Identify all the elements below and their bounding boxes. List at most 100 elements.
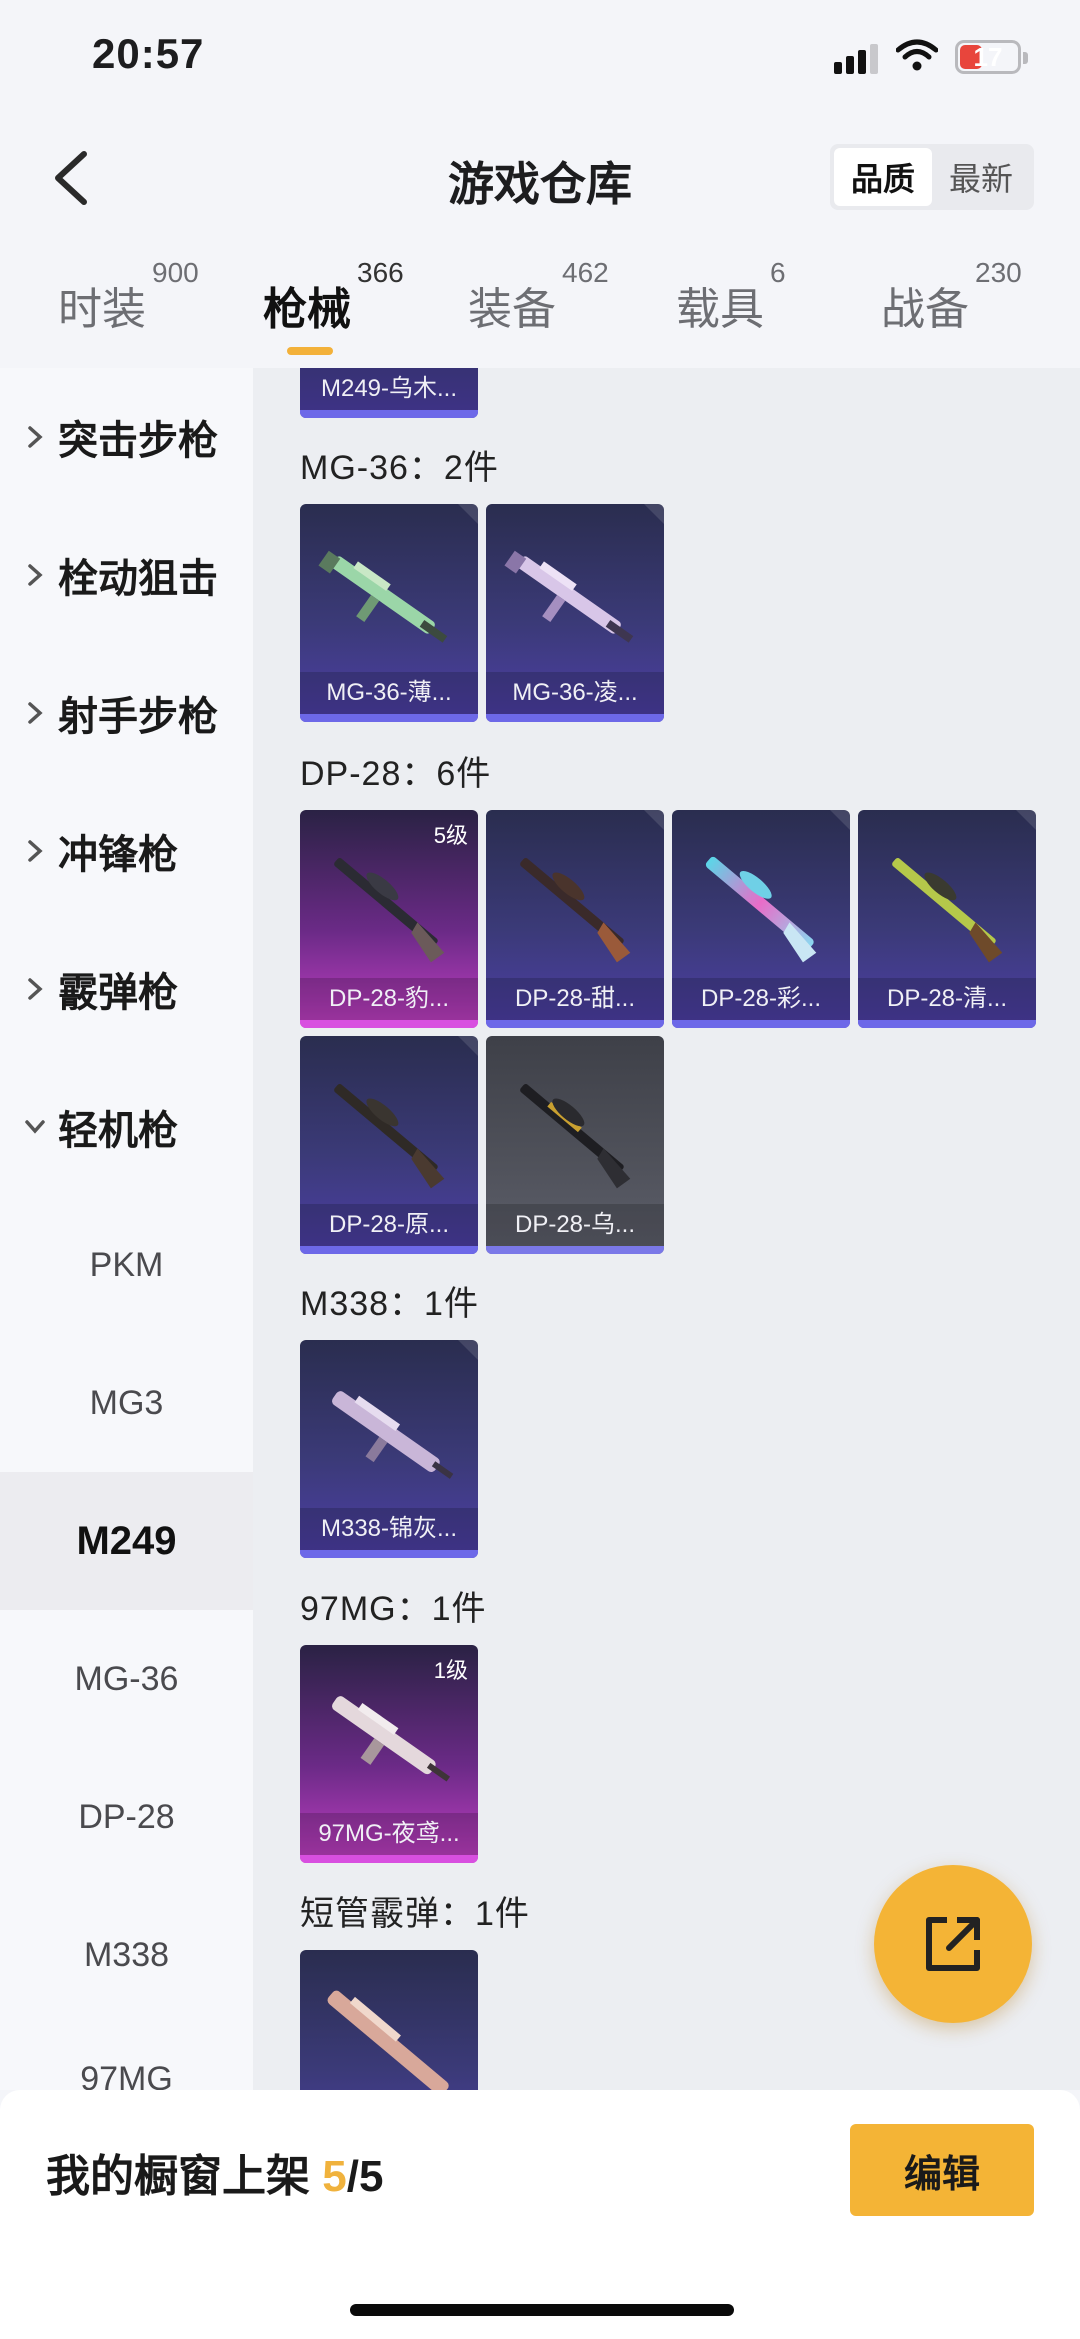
rifle-icon [332,1696,451,1782]
sidebar-subitem-mg3[interactable]: MG3 [0,1334,253,1472]
weapon-card[interactable]: MG-36-凌... [486,504,664,722]
sidebar-item-bolt-sniper[interactable]: 栓动狙击 [0,506,253,644]
tab-count: 366 [357,257,404,288]
sidebar-subitem-97mg[interactable]: 97MG [0,2024,253,2090]
weapon-card-label: MG-36-凌... [486,672,664,714]
edit-button[interactable]: 编辑 [850,2124,1034,2216]
sidebar-item-label: 射手步枪 [58,695,218,739]
rifle-icon [892,858,1003,963]
wifi-icon [896,39,938,71]
tab-label: 装备 [468,285,556,334]
sidebar-subitem-m338[interactable]: M338 [0,1886,253,2024]
weapon-card-label: DP-28-原... [300,1204,478,1246]
rifle-icon [705,856,817,963]
weapon-card-label: M338-锦灰... [300,1508,478,1550]
weapon-card[interactable]: M249-乌木... [300,368,478,418]
group-title: 短管霰弹：1件 [300,1895,530,1933]
tab-label: 战备 [881,285,969,334]
chevron-right-icon [28,426,43,448]
tab-label: 载具 [676,285,764,334]
share-button[interactable] [874,1865,1032,2023]
weapon-card-label: DP-28-乌... [486,1204,664,1246]
group-title: MG-36：2件 [300,449,499,487]
rifle-icon [520,1084,631,1189]
sort-newest-button[interactable]: 最新 [932,148,1030,206]
tab-label: 枪械 [263,285,351,334]
tab-combat-supplies[interactable]: 战备230 [881,257,1022,337]
sidebar-subitem-m249[interactable]: M249 [0,1472,253,1610]
weapon-card[interactable]: DP-28-清... [858,810,1036,1028]
sidebar-item-label: 轻机枪 [58,1109,178,1153]
rifle-icon [334,1084,445,1189]
tab-count: 900 [152,257,199,288]
page-header: 游戏仓库 品质 最新 [0,120,1080,235]
sidebar-subitem-dp28[interactable]: DP-28 [0,1748,253,1886]
tab-count: 462 [562,257,609,288]
rifle-icon [504,550,634,643]
status-bar: 20:57 17 [0,0,1080,120]
battery-level: 17 [973,42,1003,72]
rifle-icon [318,550,448,643]
weapon-card[interactable]: MG-36-薄... [300,504,478,722]
weapon-card-label: 97MG-夜鸢... [300,1813,478,1855]
weapon-card[interactable]: DP-28-彩... [672,810,850,1028]
rifle-icon [520,858,631,963]
share-icon [926,1917,980,1971]
showcase-current: 5 [322,2152,347,2201]
weapon-card[interactable]: 5级 DP-28-豹... [300,810,478,1028]
tab-count: 6 [770,257,786,288]
sidebar-subitem-pkm[interactable]: PKM [0,1196,253,1334]
sort-toggle: 品质 最新 [830,144,1034,210]
home-indicator[interactable] [350,2304,734,2316]
weapon-card-label: DP-28-清... [858,978,1036,1020]
active-tab-indicator [287,347,333,355]
sidebar-item-smg[interactable]: 冲锋枪 [0,782,253,920]
weapon-card[interactable]: DP-28-甜... [486,810,664,1028]
sidebar-subitem-mg36[interactable]: MG-36 [0,1610,253,1748]
weapon-card-label: DP-28-彩... [672,978,850,1020]
battery-icon: 17 [955,40,1028,74]
showcase-total: /5 [346,2152,384,2201]
sidebar-item-label: 突击步枪 [58,419,218,463]
sidebar-item-shotgun[interactable]: 霰弹枪 [0,920,253,1058]
weapon-card-label: MG-36-薄... [300,672,478,714]
sidebar-item-label: 冲锋枪 [58,833,178,877]
status-time: 20:57 [92,30,205,77]
showcase-status: 我的橱窗上架 5/5 [46,2140,383,2204]
weapon-card[interactable]: 1级 97MG-夜鸢... [300,1645,478,1863]
sidebar-item-lmg[interactable]: 轻机枪 [0,1058,253,1196]
chevron-right-icon [28,564,43,586]
signal-icon [834,42,880,74]
rifle-icon [332,1391,454,1479]
sidebar-item-label: 栓动狙击 [58,557,218,601]
tab-fashion[interactable]: 时装900 [58,257,199,337]
group-title: 97MG：1件 [300,1590,487,1628]
tab-equipment[interactable]: 装备462 [468,257,609,337]
rifle-icon [334,858,445,963]
tab-count: 230 [975,257,1022,288]
weapon-card[interactable]: DP-28-原... [300,1036,478,1254]
weapon-card[interactable]: DP-28-乌... [486,1036,664,1254]
sidebar-item-assault-rifle[interactable]: 突击步枪 [0,368,253,506]
weapon-card[interactable] [300,1950,478,2090]
category-tabs: 时装900 枪械366 装备462 载具6 战备230 [0,235,1080,368]
group-title: M338：1件 [300,1285,479,1323]
tab-label: 时装 [58,285,146,334]
weapon-grid: M249-乌木... MG-36：2件 MG-36-薄... MG-36-凌..… [253,368,1080,2090]
bottom-bar: 我的橱窗上架 5/5 编辑 [0,2090,1080,2339]
chevron-right-icon [28,840,43,862]
chevron-right-icon [28,702,43,724]
sort-quality-button[interactable]: 品质 [834,148,932,206]
weapon-card[interactable]: M338-锦灰... [300,1340,478,1558]
sidebar-item-label: 霰弹枪 [58,971,178,1015]
weapon-card-label: DP-28-甜... [486,978,664,1020]
group-title: DP-28：6件 [300,755,492,793]
weapon-card-label: M249-乌木... [300,368,478,410]
sidebar-item-marksman-rifle[interactable]: 射手步枪 [0,644,253,782]
showcase-label: 我的橱窗上架 [46,2152,310,2201]
shotgun-icon [327,1990,449,2090]
tab-firearms[interactable]: 枪械366 [263,257,404,337]
weapon-card-label: DP-28-豹... [300,978,478,1020]
chevron-down-icon [25,1120,45,1134]
tab-vehicles[interactable]: 载具6 [676,257,786,337]
